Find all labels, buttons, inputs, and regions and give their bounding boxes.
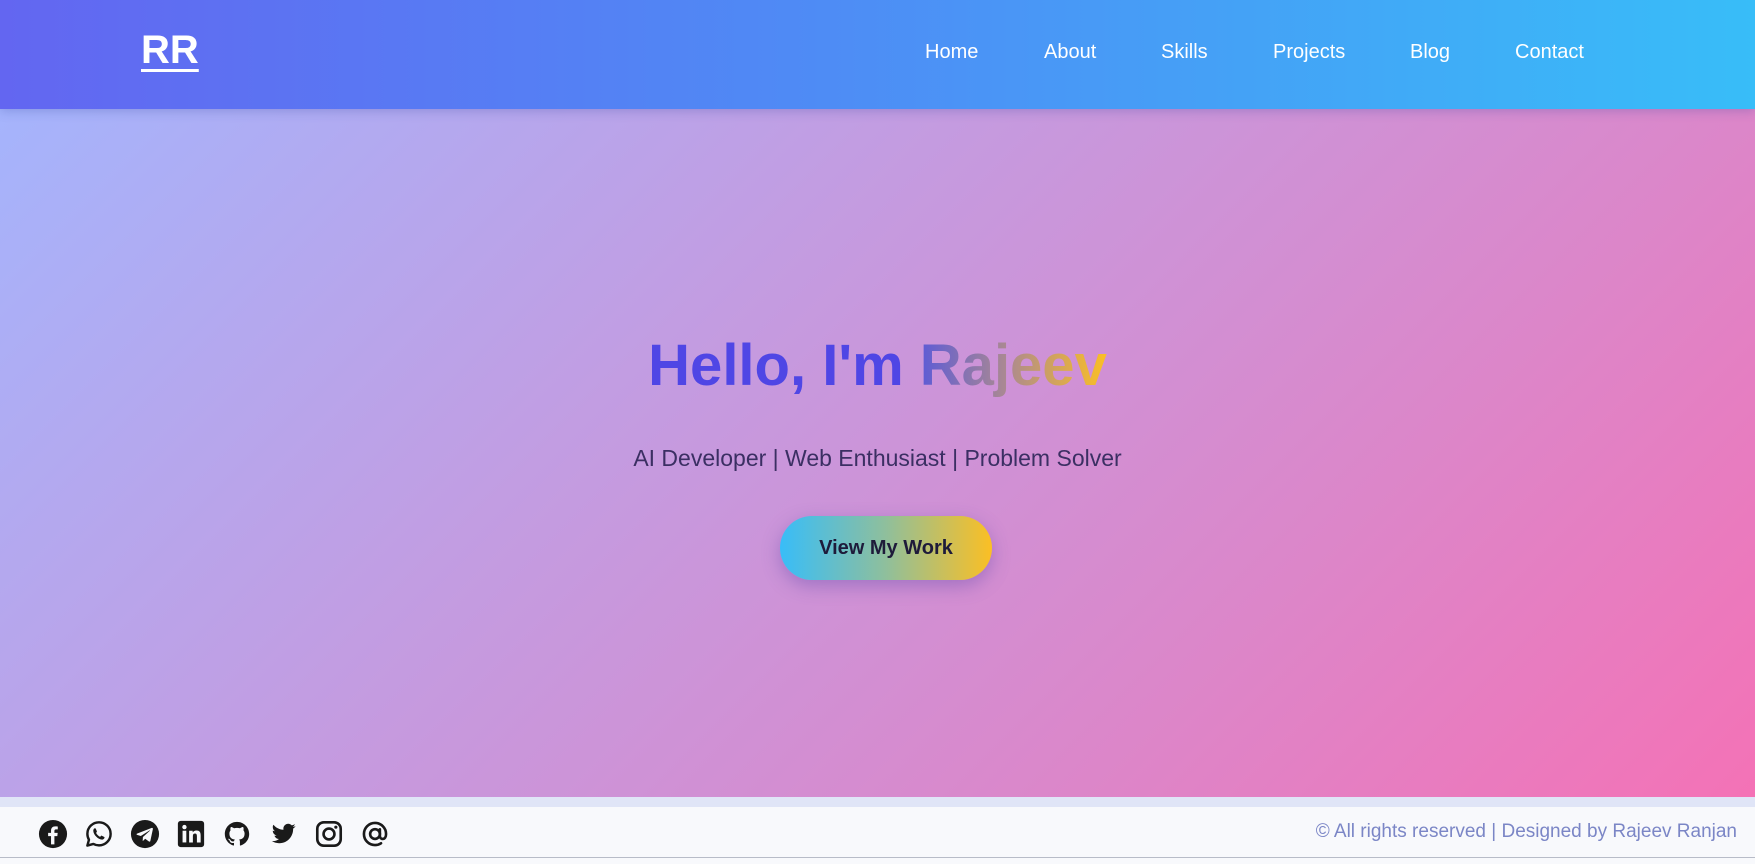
instagram-icon[interactable] [314, 819, 344, 849]
nav-projects[interactable]: Projects [1273, 41, 1345, 64]
hero-name: Rajeev [919, 333, 1107, 398]
hero-subtitle: AI Developer | Web Enthusiast | Problem … [633, 445, 1122, 471]
nav-about[interactable]: About [1044, 41, 1096, 64]
site-footer: © All rights reserved | Designed by Raje… [0, 807, 1755, 858]
nav-contact[interactable]: Contact [1515, 41, 1584, 64]
github-icon[interactable] [222, 819, 252, 849]
main-nav: Home About Skills Projects Blog Contact [0, 41, 1755, 71]
site-header: RR Home About Skills Projects Blog Conta… [0, 0, 1755, 109]
footer-divider [0, 797, 1755, 807]
telegram-icon[interactable] [130, 819, 160, 849]
hero-section: Hello, I'm Rajeev AI Developer | Web Ent… [0, 109, 1755, 797]
copyright-text: © All rights reserved | Designed by Raje… [1315, 821, 1737, 842]
social-links [38, 818, 390, 850]
nav-skills[interactable]: Skills [1161, 41, 1208, 64]
view-my-work-button[interactable]: View My Work [780, 516, 992, 580]
nav-blog[interactable]: Blog [1410, 41, 1450, 64]
facebook-icon[interactable] [38, 819, 68, 849]
twitter-icon[interactable] [268, 819, 298, 849]
hero-greeting: Hello, I'm [648, 333, 920, 398]
email-at-icon[interactable] [360, 819, 390, 849]
nav-home[interactable]: Home [925, 41, 978, 64]
hero-title: Hello, I'm Rajeev [0, 337, 1755, 395]
linkedin-icon[interactable] [176, 819, 206, 849]
whatsapp-icon[interactable] [84, 819, 114, 849]
